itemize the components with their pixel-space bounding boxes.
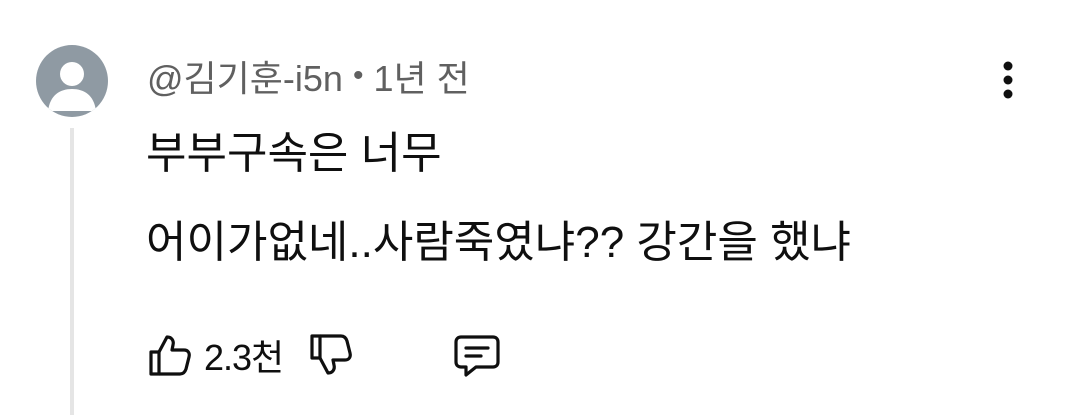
comment-text-line: 부부구속은 너무 bbox=[146, 129, 442, 178]
avatar[interactable] bbox=[36, 45, 108, 117]
thumbs-up-icon bbox=[149, 335, 191, 376]
comment-header: @김기훈-i5n • 1년 전 bbox=[147, 52, 470, 100]
thread-line bbox=[70, 128, 74, 415]
more-options-button[interactable] bbox=[984, 56, 1032, 104]
reply-button[interactable] bbox=[449, 327, 505, 383]
dislike-button[interactable] bbox=[303, 327, 359, 383]
separator-dot: • bbox=[352, 59, 364, 92]
vertical-ellipsis-icon bbox=[1003, 61, 1013, 99]
author-handle[interactable]: @김기훈-i5n bbox=[147, 50, 343, 102]
default-avatar-icon bbox=[48, 62, 96, 111]
thumbs-down-icon bbox=[310, 334, 353, 375]
comment-reply-icon bbox=[454, 335, 500, 377]
like-count: 2.3천 bbox=[204, 337, 284, 378]
like-button[interactable] bbox=[142, 327, 198, 383]
comment-item: @김기훈-i5n • 1년 전 부부구속은 너무 어이가없네..사람죽였냐?? … bbox=[0, 0, 1080, 415]
comment-text-line: 어이가없네..사람죽였냐?? 강간을 했냐 bbox=[146, 218, 852, 267]
comment-actions: 2.3천 bbox=[142, 325, 505, 385]
timestamp[interactable]: 1년 전 bbox=[373, 50, 469, 102]
